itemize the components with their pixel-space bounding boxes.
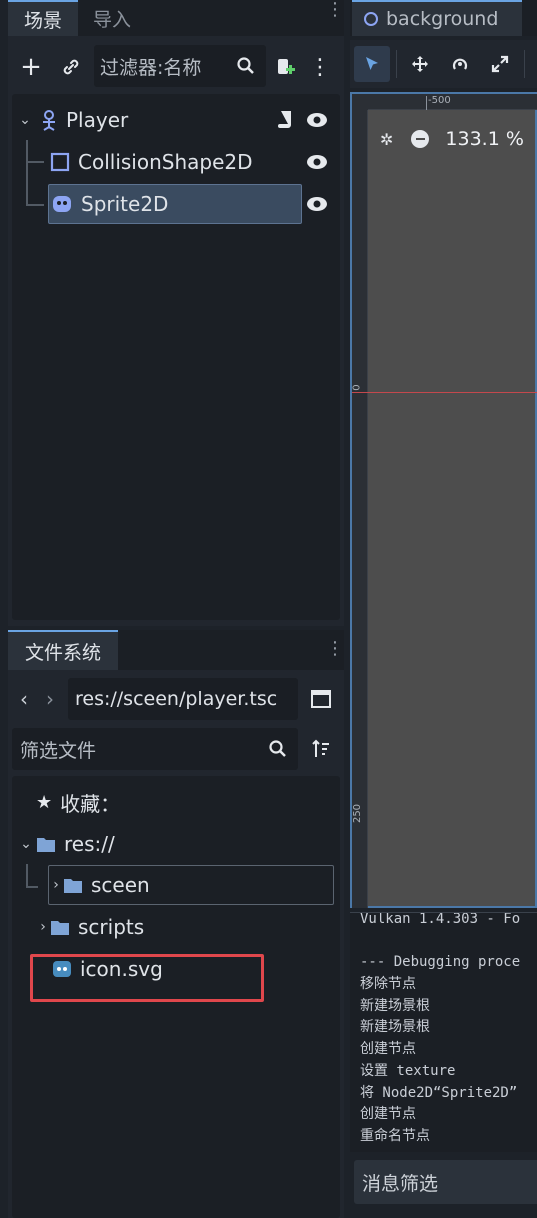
ruler-left: 0 250 <box>352 110 368 908</box>
node-circle-icon <box>364 12 378 26</box>
sort-button[interactable] <box>310 738 332 760</box>
tree-item-collisionshape2d[interactable]: CollisionShape2D <box>50 142 340 182</box>
eye-icon[interactable] <box>306 152 328 172</box>
tree-connector <box>26 886 38 888</box>
scene-tree: ⌄ Player CollisionShape2D Sprite2D <box>12 94 340 620</box>
output-line: 新建场景根 <box>360 1019 430 1036</box>
star-icon: ★ <box>36 791 53 813</box>
chevron-right-icon[interactable]: › <box>49 877 63 893</box>
tab-import[interactable]: 导入 <box>82 0 142 36</box>
output-line: 创建节点 <box>360 1041 416 1058</box>
sprite-icon <box>53 196 71 212</box>
highlight-box <box>30 954 264 1002</box>
rotate-tool-button[interactable] <box>446 50 474 78</box>
move-icon <box>412 56 428 72</box>
add-node-button[interactable]: + <box>16 52 46 82</box>
scene-options-button[interactable]: ⋮ <box>309 52 331 82</box>
x-axis-line <box>352 392 537 393</box>
search-icon <box>269 740 286 757</box>
chevron-down-icon[interactable]: ⌄ <box>16 836 36 852</box>
output-line: Vulkan 1.4.303 - Fo <box>360 912 521 927</box>
folder-res[interactable]: ⌄ res:// <box>16 824 115 864</box>
output-line: 重命名节点 <box>360 1127 430 1144</box>
cursor-icon <box>366 57 378 70</box>
rotate-icon <box>452 58 468 70</box>
file-tree: ★ 收藏： ⌄ res:// › sceen › scripts icon.sv… <box>12 776 340 1218</box>
output-line: --- Debugging proce <box>360 954 521 971</box>
back-button[interactable]: ‹ <box>14 686 34 712</box>
ruler-label: 250 <box>352 803 364 824</box>
output-line: 新建场景根 <box>360 997 430 1014</box>
output-line: 将 Node2D“Sprite2D” <box>360 1084 518 1101</box>
dock-menu-icon[interactable]: ⋮ <box>326 638 344 662</box>
folder-sceen[interactable]: › sceen <box>48 865 334 905</box>
path-field[interactable]: res://sceen/player.tsc <box>68 678 298 720</box>
ruler-label: 0 <box>351 384 363 391</box>
folder-scripts[interactable]: › scripts <box>36 907 144 947</box>
folder-icon <box>37 838 55 852</box>
sort-icon <box>312 739 329 757</box>
scene-dock: 场景 导入 ⋮ + 过滤器:名称 ⋮ ⌄ Player CollisionSha… <box>8 0 344 626</box>
scale-tool-button[interactable] <box>486 50 514 78</box>
editor-tabbar: background <box>350 0 537 36</box>
tree-connector <box>26 140 28 206</box>
tree-connector <box>26 204 44 206</box>
chevron-down-icon[interactable]: ⌄ <box>12 112 38 128</box>
output-line: 创建节点 <box>360 1106 416 1123</box>
eye-icon[interactable] <box>306 194 328 214</box>
zoom-out-icon[interactable] <box>411 130 430 148</box>
zoom-controls: ✲ 133.1 % <box>380 124 524 154</box>
scene-tab-background[interactable]: background <box>352 0 522 36</box>
output-line: 移除节点 <box>360 976 416 993</box>
tree-connector <box>26 161 44 163</box>
viewport[interactable]: -500 0 250 ✲ 133.1 % <box>350 92 537 908</box>
link-icon <box>63 59 79 75</box>
select-tool-button[interactable] <box>354 46 390 82</box>
search-icon <box>237 57 254 74</box>
folder-icon <box>51 921 69 935</box>
tab-filesystem[interactable]: 文件系统 <box>8 630 118 670</box>
instance-scene-button[interactable] <box>56 52 86 82</box>
toggle-split-button[interactable] <box>310 688 332 710</box>
collision-shape-icon <box>50 152 70 172</box>
folder-icon <box>64 879 82 893</box>
editor-toolbar <box>350 40 537 88</box>
forward-button[interactable]: › <box>40 686 60 712</box>
file-filter-input[interactable]: 筛选文件 <box>12 728 298 770</box>
tree-item-player[interactable]: ⌄ Player <box>12 100 340 140</box>
toolbar-separator <box>524 50 525 78</box>
filesystem-dock: 文件系统 ⋮ ‹ › res://sceen/player.tsc 筛选文件 ★… <box>8 630 344 1218</box>
scale-icon <box>491 55 509 73</box>
scene-filter-input[interactable]: 过滤器:名称 <box>94 45 266 87</box>
tree-connector <box>26 864 28 886</box>
tab-scene[interactable]: 场景 <box>8 0 78 36</box>
favorites-row[interactable]: ★ 收藏： <box>36 782 120 822</box>
zoom-level[interactable]: 133.1 % <box>445 128 524 150</box>
ruler-label: -500 <box>428 95 451 106</box>
script-add-icon <box>278 59 295 74</box>
script-icon[interactable] <box>276 109 296 131</box>
output-panel: Vulkan 1.4.303 - Fo --- Debugging proce … <box>350 912 537 1152</box>
ruler-tick <box>426 96 427 110</box>
move-tool-button[interactable] <box>406 50 434 78</box>
ruler-corner <box>352 94 368 110</box>
message-filter-field[interactable]: 消息筛选 <box>354 1160 537 1204</box>
center-view-icon[interactable]: ✲ <box>380 130 393 149</box>
node2d-icon <box>43 110 55 131</box>
eye-icon[interactable] <box>306 110 328 130</box>
attach-script-button[interactable] <box>270 52 300 82</box>
chevron-right-icon[interactable]: › <box>36 919 50 935</box>
filesystem-tabbar: 文件系统 ⋮ <box>8 630 344 670</box>
dock-menu-icon[interactable]: ⋮ <box>326 1 344 30</box>
ruler-top: -500 <box>368 94 537 110</box>
toolbar-separator <box>396 50 397 78</box>
tree-item-sprite2d[interactable]: Sprite2D <box>48 184 302 224</box>
scene-dock-tabbar: 场景 导入 ⋮ <box>8 0 344 36</box>
output-line: 设置 texture <box>360 1062 456 1079</box>
window-icon <box>311 690 331 708</box>
